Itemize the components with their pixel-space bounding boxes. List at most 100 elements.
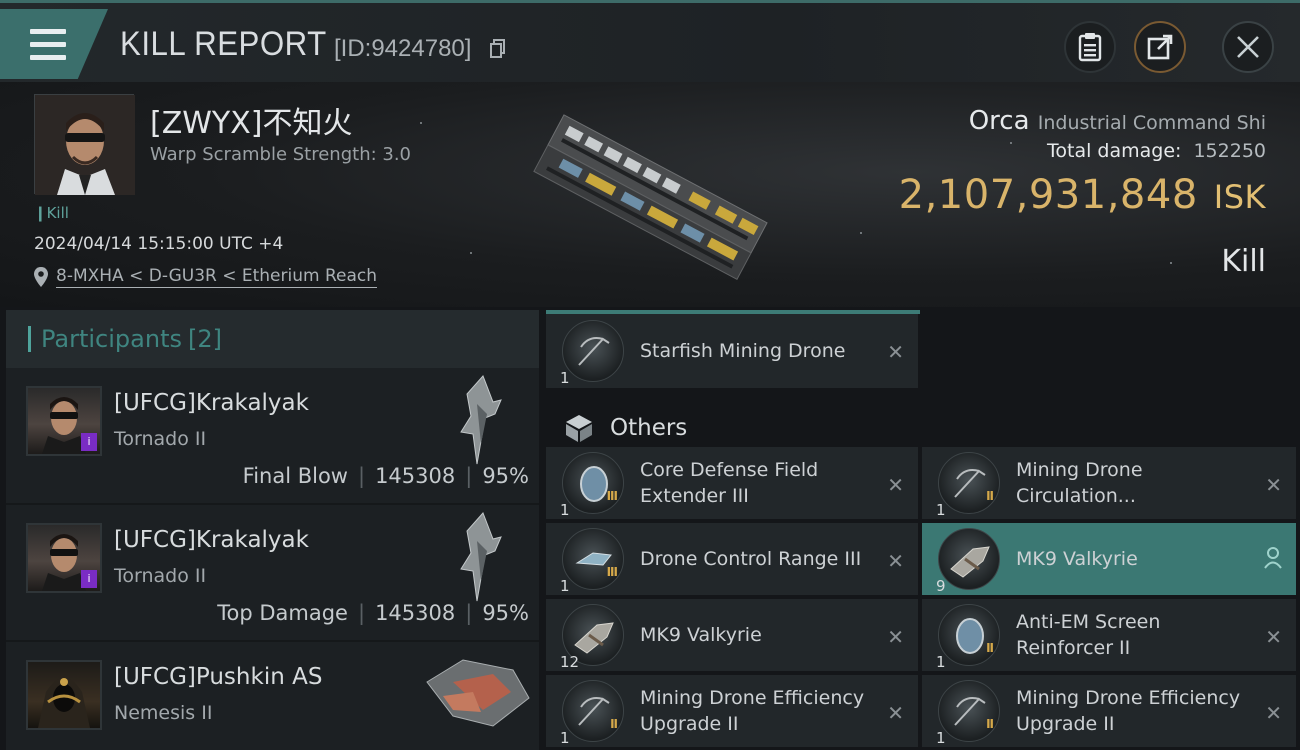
participant-row[interactable]: [UFCG]Pushkin AS Nemesis II bbox=[6, 642, 539, 750]
header-accent bbox=[28, 326, 31, 352]
header-bar: KILL REPORT [ID:9424780] bbox=[0, 0, 1300, 82]
nemesis-ship-icon[interactable] bbox=[423, 652, 533, 732]
participant-ship: Tornado II bbox=[114, 565, 207, 587]
participant-ship: Tornado II bbox=[114, 428, 207, 450]
item-row[interactable]: 1 II Mining Drone Efficiency Upgrade II … bbox=[546, 675, 918, 747]
star bbox=[860, 232, 862, 234]
kill-datetime: 2024/04/14 15:15:00 UTC +4 bbox=[34, 234, 284, 254]
destroyed-x-icon: ✕ bbox=[1265, 701, 1282, 725]
victim-portrait[interactable] bbox=[34, 94, 135, 195]
participant-portrait[interactable]: i bbox=[26, 386, 102, 456]
item-row-dropped[interactable]: 9 MK9 Valkyrie bbox=[922, 523, 1296, 595]
share-button[interactable] bbox=[1134, 21, 1186, 73]
item-name: Mining Drone Efficiency Upgrade II bbox=[1016, 687, 1241, 735]
item-row[interactable]: 1 II Mining Drone Circulation... ✕ bbox=[922, 447, 1296, 519]
participant-portrait[interactable]: i bbox=[26, 523, 102, 593]
participant-stats: Top Damage | 145308 | 95% bbox=[217, 601, 529, 625]
menu-button[interactable] bbox=[0, 9, 108, 79]
kill-tag: ❙Kill bbox=[34, 204, 69, 222]
shield-extender-icon: 1 III bbox=[560, 452, 624, 519]
item-quantity: 1 bbox=[936, 653, 946, 671]
pilot-portrait-icon bbox=[38, 678, 90, 728]
item-quantity: 1 bbox=[936, 501, 946, 519]
participant-portrait[interactable] bbox=[26, 660, 102, 730]
item-name: Drone Control Range III bbox=[640, 548, 862, 570]
item-row[interactable]: 1 II Anti-EM Screen Reinforcer II ✕ bbox=[922, 599, 1296, 671]
item-name: Mining Drone Efficiency Upgrade II bbox=[640, 687, 865, 735]
destroyed-x-icon: ✕ bbox=[887, 625, 904, 649]
isk-unit: ISK bbox=[1213, 178, 1266, 216]
pilot-portrait-icon bbox=[35, 95, 135, 195]
participant-name[interactable]: [UFCG]Krakalyak bbox=[114, 527, 309, 553]
mining-rig-icon: 1 II bbox=[560, 680, 624, 747]
item-quantity: 1 bbox=[936, 729, 946, 747]
victim-subtitle: Warp Scramble Strength: 3.0 bbox=[150, 144, 412, 165]
destroyed-x-icon: ✕ bbox=[887, 340, 904, 364]
tornado-ship-icon[interactable] bbox=[437, 511, 517, 603]
cube-icon bbox=[566, 415, 592, 442]
corp-badge-icon: i bbox=[81, 570, 97, 588]
corp-badge-icon: i bbox=[81, 433, 97, 451]
participant-row[interactable]: i [UFCG]Krakalyak Tornado II Top Damage … bbox=[6, 505, 539, 642]
star bbox=[470, 252, 472, 254]
total-damage-label: Total damage: bbox=[1047, 140, 1182, 162]
item-row[interactable]: 12 MK9 Valkyrie ✕ bbox=[546, 599, 918, 671]
ship-name[interactable]: Orca bbox=[969, 106, 1030, 136]
person-icon[interactable] bbox=[1264, 547, 1282, 569]
item-row[interactable]: 1 III Drone Control Range III ✕ bbox=[546, 523, 918, 595]
participants-count: [2] bbox=[187, 325, 222, 353]
item-name: Starfish Mining Drone bbox=[640, 340, 846, 362]
item-quantity: 1 bbox=[560, 369, 570, 387]
participant-percent: 95% bbox=[482, 464, 529, 488]
copy-icon[interactable] bbox=[490, 39, 506, 59]
participant-name[interactable]: [UFCG]Pushkin AS bbox=[114, 664, 322, 690]
item-name: Core Defense Field Extender III bbox=[640, 459, 819, 507]
separator: | bbox=[465, 464, 473, 488]
separator: | bbox=[357, 601, 366, 625]
item-row[interactable]: 1 III Core Defense Field Extender III ✕ bbox=[546, 447, 918, 519]
close-icon bbox=[1237, 36, 1259, 58]
participant-role: Final Blow bbox=[242, 464, 348, 488]
participant-role: Top Damage bbox=[217, 601, 348, 625]
item-row[interactable]: 1 II Mining Drone Efficiency Upgrade II … bbox=[922, 675, 1296, 747]
hamburger-icon bbox=[30, 25, 66, 64]
destroyed-x-icon: ✕ bbox=[887, 473, 904, 497]
participant-row[interactable]: i [UFCG]Krakalyak Tornado II Final Blow … bbox=[6, 368, 539, 505]
mining-drone-icon: 1 bbox=[560, 320, 624, 387]
others-label: Others bbox=[610, 415, 688, 441]
participants-header: Participants [2] bbox=[6, 310, 539, 368]
close-button[interactable] bbox=[1222, 21, 1274, 73]
destroyed-x-icon: ✕ bbox=[1265, 473, 1282, 497]
location-pin-icon bbox=[34, 267, 48, 287]
kill-summary: [ZWYX]不知火 Warp Scramble Strength: 3.0 ❙K… bbox=[0, 82, 1300, 307]
participant-name[interactable]: [UFCG]Krakalyak bbox=[114, 390, 309, 416]
victim-name[interactable]: [ZWYX]不知火 bbox=[150, 98, 353, 142]
victim-ship-image[interactable] bbox=[515, 110, 785, 285]
result-label: Kill bbox=[1221, 244, 1266, 279]
mining-rig-icon: 1 II bbox=[936, 452, 1000, 519]
star bbox=[1010, 142, 1012, 144]
screen-reinforcer-icon: 1 II bbox=[936, 604, 1000, 671]
valkyrie-drone-icon: 12 bbox=[560, 604, 624, 671]
location-link[interactable]: 8-MXHA < D-GU3R < Etherium Reach bbox=[56, 266, 378, 288]
destroyed-x-icon: ✕ bbox=[887, 549, 904, 573]
notes-button[interactable] bbox=[1064, 21, 1116, 73]
external-link-icon bbox=[1147, 34, 1173, 60]
star bbox=[1170, 262, 1172, 264]
item-row[interactable]: 1 Starfish Mining Drone ✕ bbox=[546, 314, 918, 388]
participant-ship: Nemesis II bbox=[114, 702, 213, 724]
destroyed-x-icon: ✕ bbox=[1265, 625, 1282, 649]
item-quantity: 1 bbox=[560, 729, 570, 747]
participants-panel: Participants [2] i [UFCG]Krakalyak Torna… bbox=[6, 310, 539, 750]
victim-ship: Orca Industrial Command Shi bbox=[969, 106, 1266, 136]
tech-tier-badge: II bbox=[986, 717, 994, 731]
isk-amount: 2,107,931,848 bbox=[898, 172, 1198, 218]
drone-range-icon: 1 III bbox=[560, 528, 624, 595]
kill-location[interactable]: 8-MXHA < D-GU3R < Etherium Reach bbox=[34, 266, 378, 288]
item-quantity: 12 bbox=[560, 653, 580, 671]
participant-percent: 95% bbox=[482, 601, 529, 625]
participants-label: Participants bbox=[41, 325, 182, 353]
tornado-ship-icon[interactable] bbox=[437, 374, 517, 466]
item-quantity: 9 bbox=[936, 577, 946, 595]
total-damage-value: 152250 bbox=[1193, 140, 1266, 162]
